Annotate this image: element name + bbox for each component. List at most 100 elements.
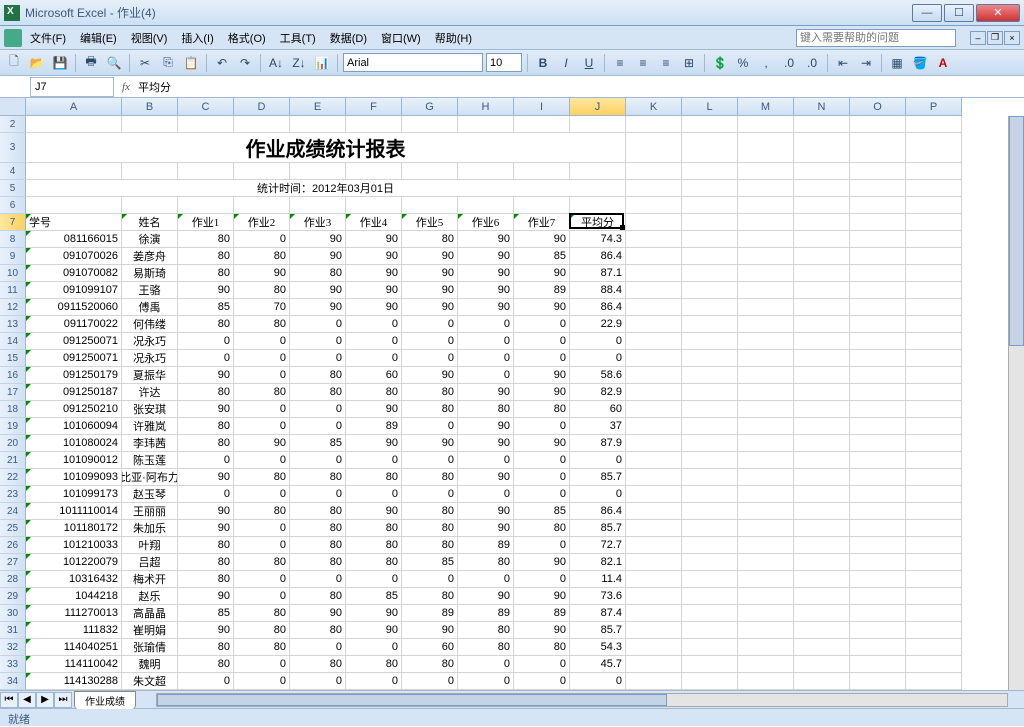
cell[interactable]: [682, 435, 738, 452]
column-headers[interactable]: ABCDEFGHIJKLMNOP: [26, 98, 962, 116]
sort-desc-button[interactable]: Z↓: [289, 53, 309, 73]
cell[interactable]: 90: [346, 401, 402, 418]
cell[interactable]: 80: [234, 554, 290, 571]
maximize-button[interactable]: ☐: [944, 4, 974, 22]
cell[interactable]: 90: [178, 622, 234, 639]
cell[interactable]: 0: [178, 486, 234, 503]
cell[interactable]: 101090012: [26, 452, 122, 469]
cell[interactable]: 0: [570, 333, 626, 350]
cell[interactable]: 0911520060: [26, 299, 122, 316]
cell[interactable]: [738, 316, 794, 333]
col-header-N[interactable]: N: [794, 98, 850, 116]
cell[interactable]: 张瑜倩: [122, 639, 178, 656]
cell[interactable]: [738, 656, 794, 673]
cell[interactable]: 90: [402, 265, 458, 282]
cell[interactable]: 0: [346, 350, 402, 367]
cell[interactable]: [906, 163, 962, 180]
h-scroll-thumb[interactable]: [157, 694, 667, 706]
cell[interactable]: 90: [346, 282, 402, 299]
cell[interactable]: [626, 231, 682, 248]
row-header[interactable]: 17: [0, 384, 26, 401]
cell[interactable]: [738, 214, 794, 231]
cell[interactable]: [626, 656, 682, 673]
cell[interactable]: [850, 197, 906, 214]
cell[interactable]: [738, 520, 794, 537]
cell[interactable]: [290, 163, 346, 180]
cell[interactable]: [738, 503, 794, 520]
percent-button[interactable]: %: [733, 53, 753, 73]
cell[interactable]: [682, 452, 738, 469]
cell[interactable]: 90: [514, 367, 570, 384]
cell[interactable]: 114130288: [26, 673, 122, 690]
cell[interactable]: [738, 282, 794, 299]
cell[interactable]: [906, 333, 962, 350]
cell[interactable]: 85.7: [570, 622, 626, 639]
cell[interactable]: 90: [458, 299, 514, 316]
cell[interactable]: 90: [234, 435, 290, 452]
cell[interactable]: 091250187: [26, 384, 122, 401]
cell[interactable]: 091250071: [26, 333, 122, 350]
cell[interactable]: [850, 639, 906, 656]
cell[interactable]: 70: [234, 299, 290, 316]
row-header[interactable]: 14: [0, 333, 26, 350]
cell[interactable]: [906, 656, 962, 673]
cell[interactable]: [906, 116, 962, 133]
cell[interactable]: 101220079: [26, 554, 122, 571]
cell[interactable]: [234, 116, 290, 133]
cell[interactable]: 陈玉莲: [122, 452, 178, 469]
cell[interactable]: 091170022: [26, 316, 122, 333]
cell[interactable]: [738, 367, 794, 384]
cell[interactable]: [626, 452, 682, 469]
formula-value[interactable]: 平均分: [136, 79, 1024, 95]
cell[interactable]: [346, 197, 402, 214]
cell[interactable]: 0: [234, 401, 290, 418]
cell[interactable]: 80: [178, 248, 234, 265]
cell[interactable]: 89: [458, 605, 514, 622]
cell[interactable]: [906, 214, 962, 231]
cell[interactable]: [626, 418, 682, 435]
cell[interactable]: 80: [290, 265, 346, 282]
cell[interactable]: 89: [514, 605, 570, 622]
cell[interactable]: 0: [402, 673, 458, 690]
cell[interactable]: 85: [346, 588, 402, 605]
cell[interactable]: [794, 656, 850, 673]
cell[interactable]: [682, 537, 738, 554]
cell[interactable]: [626, 469, 682, 486]
cell[interactable]: [850, 265, 906, 282]
cell[interactable]: 90: [458, 231, 514, 248]
row-header[interactable]: 33: [0, 656, 26, 673]
cell[interactable]: 90: [458, 384, 514, 401]
cell[interactable]: 11.4: [570, 571, 626, 588]
cell[interactable]: [626, 214, 682, 231]
cell[interactable]: 比亚·阿布力: [122, 469, 178, 486]
cell[interactable]: 80: [402, 503, 458, 520]
cell[interactable]: 0: [234, 231, 290, 248]
cell[interactable]: 111270013: [26, 605, 122, 622]
cell[interactable]: 80: [402, 469, 458, 486]
cell[interactable]: [738, 622, 794, 639]
row-header[interactable]: 11: [0, 282, 26, 299]
cell[interactable]: [794, 486, 850, 503]
cell[interactable]: 0: [234, 520, 290, 537]
cell[interactable]: 0: [514, 469, 570, 486]
cell[interactable]: 0: [234, 333, 290, 350]
cell[interactable]: [738, 401, 794, 418]
cell[interactable]: 80: [178, 571, 234, 588]
cell[interactable]: 0: [402, 333, 458, 350]
cell[interactable]: 魏明: [122, 656, 178, 673]
row-header[interactable]: 20: [0, 435, 26, 452]
cell[interactable]: [682, 180, 738, 197]
tab-nav-last[interactable]: ⏭: [54, 692, 72, 708]
cell[interactable]: [738, 673, 794, 690]
cell[interactable]: 90: [346, 435, 402, 452]
cell[interactable]: 85: [402, 554, 458, 571]
row-header[interactable]: 2: [0, 116, 26, 133]
cell[interactable]: 101099093: [26, 469, 122, 486]
cell[interactable]: [682, 571, 738, 588]
cell[interactable]: [794, 639, 850, 656]
cell[interactable]: [682, 554, 738, 571]
cell[interactable]: [682, 401, 738, 418]
cell[interactable]: 80: [290, 520, 346, 537]
cell[interactable]: 0: [178, 350, 234, 367]
cell[interactable]: 80: [234, 282, 290, 299]
